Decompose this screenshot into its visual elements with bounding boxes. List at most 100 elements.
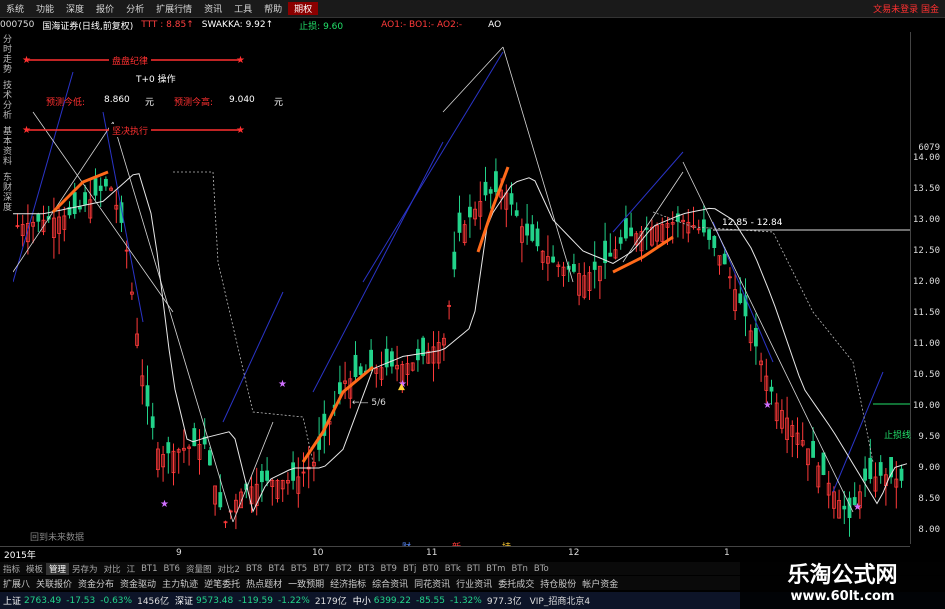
candle-body	[821, 452, 826, 476]
price-tick-label: 9.00	[918, 463, 940, 473]
indicator-tab[interactable]: BTj	[400, 564, 419, 574]
indicator-tab[interactable]: BT7	[310, 564, 332, 574]
indicator-tab[interactable]: BT5	[288, 564, 310, 574]
stop-line-label: 止损线	[884, 431, 912, 441]
menu-item[interactable]: 系统	[0, 2, 30, 15]
swakka-value: SWAKKA: 9.92↑	[201, 20, 274, 30]
range-label: 12.85 - 12.84	[722, 218, 783, 228]
menu-item[interactable]: 扩展行情	[150, 2, 198, 15]
extension-tab[interactable]: 持仓股份	[537, 577, 579, 590]
candle-body	[72, 192, 77, 215]
login-status[interactable]: 文易未登录 国金	[873, 2, 945, 15]
candle-body	[842, 505, 847, 510]
candle-body	[384, 348, 389, 368]
candle-body	[483, 181, 488, 196]
indicator-tab[interactable]: 管理	[46, 562, 70, 575]
candle-body	[93, 178, 98, 196]
extension-tab[interactable]: 扩展八	[0, 577, 33, 590]
candle-body	[218, 492, 223, 508]
extension-tab[interactable]: 委托成交	[495, 577, 537, 590]
indicator-tab[interactable]: 对比	[101, 563, 124, 575]
indicator-tab[interactable]: 江	[124, 563, 139, 575]
trend-line	[13, 121, 114, 273]
candle-body	[78, 206, 82, 210]
menu-item[interactable]: 资讯	[198, 2, 228, 15]
candle-body	[488, 189, 493, 194]
indicator-tab[interactable]: 指标	[0, 563, 23, 575]
extension-tab[interactable]: 一致预期	[285, 577, 327, 590]
candle-body	[192, 428, 197, 447]
indicator-tab[interactable]: BT4	[265, 564, 287, 574]
candle-body	[530, 224, 535, 241]
extension-tab[interactable]: 同花资讯	[411, 577, 453, 590]
price-tick-label: 8.00	[918, 525, 940, 535]
high-unit: 元	[274, 98, 284, 108]
candle-body	[624, 218, 628, 239]
price-tick-label: 12.50	[912, 246, 940, 256]
indicator-tab[interactable]: BT0	[419, 564, 441, 574]
candle-body	[572, 264, 576, 272]
indicator-tab[interactable]: BT9	[378, 564, 400, 574]
extension-tab[interactable]: 逆笔委托	[201, 577, 243, 590]
indicator-tab[interactable]: BTn	[508, 564, 530, 574]
candle-body	[337, 382, 342, 394]
extension-tab[interactable]: 主力轨迹	[159, 577, 201, 590]
price-axis: 6079 14.00 13.50 13.00 12.50 12.00 11.50 11.00 1…	[910, 32, 945, 544]
indicator-tab[interactable]: BTm	[483, 564, 508, 574]
side-tab[interactable]: 东财深度	[0, 172, 13, 212]
zx-value: 6399.22	[373, 595, 411, 606]
menu-item[interactable]: 期权	[288, 2, 319, 15]
star-icon: ★	[763, 400, 772, 411]
indicator-tab[interactable]: BT2	[333, 564, 355, 574]
t0-title: T+0 操作	[136, 75, 176, 85]
watermark-title: 乐淘公式网	[787, 563, 898, 588]
indicator-tab[interactable]: BTl	[464, 564, 483, 574]
menu-item[interactable]: 分析	[120, 2, 150, 15]
indicator-tab[interactable]: BT8	[243, 564, 265, 574]
candle-body	[868, 457, 873, 480]
sz-vol: 2179亿	[314, 597, 347, 607]
indicator-tab[interactable]: 对比2	[214, 563, 242, 575]
indicator-tab[interactable]: BTk	[442, 564, 464, 574]
candle-body	[493, 171, 498, 193]
trend-line	[222, 291, 284, 423]
sh-change: -17.53	[66, 595, 96, 606]
extension-tab[interactable]: 行业资讯	[453, 577, 495, 590]
menu-item[interactable]: 帮助	[258, 2, 288, 15]
star-icon: ★	[278, 379, 287, 390]
indicator-tab[interactable]: BT3	[355, 564, 377, 574]
low-value: 8.860	[104, 95, 130, 105]
star-icon: ★	[853, 502, 862, 513]
extension-tab[interactable]: 资金驱动	[117, 577, 159, 590]
price-tick-label: 14.00	[912, 153, 940, 163]
menu-item[interactable]: 报价	[90, 2, 120, 15]
price-tick-label: 10.50	[912, 370, 940, 380]
menu-item[interactable]: 深度	[60, 2, 90, 15]
side-tab[interactable]: 技术分析	[0, 80, 13, 120]
indicator-tab[interactable]: 模板	[23, 563, 46, 575]
candle-body	[36, 214, 41, 222]
indicator-tab[interactable]: BT6	[161, 564, 183, 574]
extension-tab[interactable]: 关联报价	[33, 577, 75, 590]
side-tab[interactable]: 基本资料	[0, 126, 13, 166]
candle-body	[878, 462, 883, 476]
low-label: 预测今低:	[46, 98, 86, 108]
side-tab[interactable]: 分时走势	[0, 34, 13, 74]
trend-line	[362, 51, 504, 283]
sz-pct: -1.22%	[277, 595, 310, 606]
extension-tab[interactable]: 帐户资金	[579, 577, 621, 590]
menu-item[interactable]: 工具	[228, 2, 258, 15]
extension-tab[interactable]: 综合资讯	[369, 577, 411, 590]
menu-item[interactable]: 功能	[30, 2, 60, 15]
candle-body	[265, 470, 270, 481]
price-tick-label: 13.50	[912, 184, 940, 194]
stock-code: 000750	[0, 20, 35, 30]
indicator-tab[interactable]: 资量图	[183, 563, 215, 575]
indicator-tab[interactable]: BTo	[531, 564, 552, 574]
indicator-tab[interactable]: BT1	[138, 564, 160, 574]
extension-tab[interactable]: 经济指标	[327, 577, 369, 590]
extension-tab[interactable]: 资金分布	[75, 577, 117, 590]
extension-tab[interactable]: 热点题材	[243, 577, 285, 590]
indicator-tab[interactable]: 另存为	[69, 563, 101, 575]
date-tick-label: 10	[312, 548, 324, 558]
